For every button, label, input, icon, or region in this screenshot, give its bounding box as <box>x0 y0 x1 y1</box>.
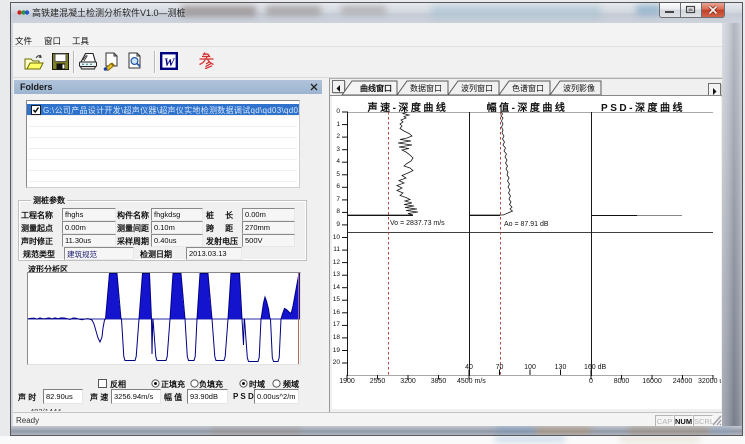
svg-text:数据窗口: 数据窗口 <box>410 83 442 93</box>
svg-text:曲线窗口: 曲线窗口 <box>360 83 392 93</box>
svg-text:波列影像: 波列影像 <box>563 83 595 93</box>
svg-text:色谱窗口: 色谱窗口 <box>512 83 544 93</box>
svg-text:W: W <box>164 55 176 69</box>
svg-text:波列窗口: 波列窗口 <box>461 83 493 93</box>
